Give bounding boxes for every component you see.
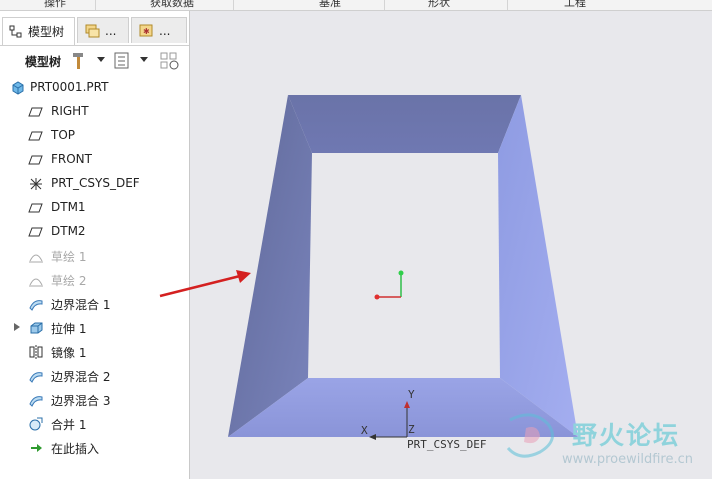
coordinate-system-icon [30,178,42,190]
tree-item-label: 草绘 2 [51,274,87,288]
tree-item-sketch1[interactable]: 草绘 1 [0,245,189,267]
svg-text:✱: ✱ [143,27,150,36]
tree-item-sketch2[interactable]: 草绘 2 [0,269,189,291]
sketch-icon [29,254,43,263]
tree-item-merge1[interactable]: 合并 1 [0,413,189,435]
csys-name-label: PRT_CSYS_DEF [407,438,487,451]
tree-item-label: PRT0001.PRT [30,80,109,94]
model-tree-icon [9,25,22,37]
tree-item-root[interactable]: PRT0001.PRT [0,77,189,99]
tab-more-label: ... [159,23,171,38]
tree-item-label: TOP [51,128,76,142]
navigator-tabs: 模型树 ... ✱ ... [0,15,189,46]
tree-item-boundary-blend3[interactable]: 边界混合 3 [0,389,189,411]
ribbon-group-label: 形状 [428,0,450,9]
tree-item-label: RIGHT [51,104,89,118]
graphics-viewport[interactable] [190,11,712,479]
tree-item-label: FRONT [51,152,92,166]
model-tree-toolbar: 模型树 [0,47,189,75]
toolbar-title: 模型树 [25,55,62,69]
boundary-blend-icon [29,396,43,407]
tab-label: 模型树 [28,25,65,39]
tree-item-label: 拉伸 1 [51,322,87,336]
tree-item-dtm2[interactable]: DTM2 [0,221,189,243]
folder-layers-icon [85,24,100,37]
show-filter-icon[interactable] [160,52,180,70]
insert-here-arrow-icon [31,444,42,452]
watermark-url: www.proewildfire.cn [562,452,693,467]
csys-axis-z-label: Z [408,423,415,436]
ribbon-group-engineering[interactable]: 工程 [508,0,712,10]
datum-plane-icon [28,155,43,165]
tab-layers[interactable]: ... [77,17,129,43]
ribbon-group-get-data[interactable]: 获取数据 [96,0,234,10]
tree-item-label: 草绘 1 [51,250,87,264]
tree-item-label: DTM1 [51,200,86,214]
tree-item-csys[interactable]: PRT_CSYS_DEF [0,173,189,195]
tree-item-right[interactable]: RIGHT [0,101,189,123]
tree-item-label: 镜像 1 [51,346,87,360]
settings-list-icon[interactable] [114,52,130,70]
boundary-blend-icon [29,300,43,311]
datum-plane-icon [28,227,43,237]
ribbon-group-datum[interactable]: 基准 [234,0,385,10]
sketch-icon [29,278,43,287]
tools-hammer-icon[interactable] [70,51,86,71]
ribbon-group-operations[interactable]: 操作 [0,0,96,10]
tree-item-label: DTM2 [51,224,86,238]
chevron-down-icon[interactable] [97,57,105,62]
tree-item-extrude1[interactable]: 拉伸 1 [0,317,189,339]
csys-axis-x-label: X [361,424,368,437]
star-folder-icon: ✱ [139,24,153,36]
tree-item-boundary-blend2[interactable]: 边界混合 2 [0,365,189,387]
datum-plane-icon [28,107,43,117]
tab-favorites[interactable]: ✱ ... [131,17,187,43]
expand-arrow-icon[interactable] [14,323,20,331]
tree-item-label: 在此插入 [51,442,100,456]
extrude-icon [30,322,43,334]
datum-plane-icon [28,203,43,213]
merge-icon [29,417,43,431]
tree-item-boundary-blend1[interactable]: 边界混合 1 [0,293,189,315]
tree-item-label: 边界混合 3 [51,394,111,408]
tree-item-label: PRT_CSYS_DEF [51,176,140,190]
tree-item-insert-here[interactable]: 在此插入 [0,437,189,459]
boundary-blend-icon [29,372,43,383]
tab-model-tree[interactable]: 模型树 [2,17,75,45]
tree-item-dtm1[interactable]: DTM1 [0,197,189,219]
tree-item-label: 边界混合 2 [51,370,111,384]
ribbon-group-shapes[interactable]: 形状 [385,0,508,10]
watermark-text: 野火论坛 [572,421,681,450]
tree-item-top[interactable]: TOP [0,125,189,147]
ribbon-group-label: 操作 [44,0,66,9]
ribbon-group-label: 工程 [564,0,586,9]
ribbon-group-bar: 操作 获取数据 基准 形状 工程 [0,0,712,11]
tab-more-label: ... [105,23,117,38]
datum-plane-icon [28,131,43,141]
part-icon [12,81,24,95]
chevron-down-icon[interactable] [140,57,148,62]
tree-item-label: 合并 1 [51,418,87,432]
ribbon-group-label: 获取数据 [150,0,194,9]
mirror-icon [29,345,43,359]
tree-item-mirror1[interactable]: 镜像 1 [0,341,189,363]
tree-item-front[interactable]: FRONT [0,149,189,171]
tree-item-label: 边界混合 1 [51,298,111,312]
navigator-panel: 模型树 ... ✱ ... 模型树 PRT0001.PRT RIGHT TOP [0,11,190,479]
ribbon-group-label: 基准 [319,0,341,9]
csys-axis-y-label: Y [408,388,415,401]
